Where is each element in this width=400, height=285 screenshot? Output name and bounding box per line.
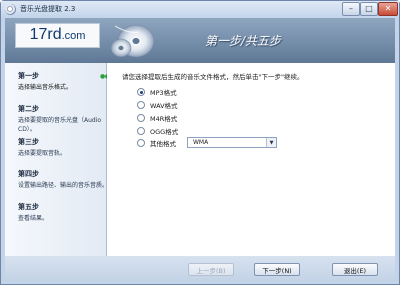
m4r-radio[interactable] <box>137 114 145 122</box>
other-radio[interactable] <box>137 139 145 147</box>
cd-app-icon <box>5 4 16 15</box>
minimize-button[interactable]: – <box>342 2 360 16</box>
step-3-name: 第三步 <box>18 138 39 146</box>
format-option-mp3[interactable]: MP3格式 <box>137 87 177 97</box>
other-format-value: WMA <box>193 139 209 146</box>
step-5-name: 第五步 <box>18 203 39 211</box>
format-option-other[interactable]: 其他格式 <box>137 138 176 148</box>
m4r-label: M4R格式 <box>150 115 178 123</box>
step-5-desc: 查看结果。 <box>18 215 49 222</box>
format-option-wav[interactable]: WAV格式 <box>137 100 178 110</box>
chevron-down-icon[interactable]: ▼ <box>266 138 276 147</box>
button-bar: 上一步(B) 下一步(N) 退出(E) <box>5 256 395 282</box>
logo-main-text: 17rd <box>29 26 62 43</box>
format-option-m4r[interactable]: M4R格式 <box>137 113 177 123</box>
step-1: 第一步 选择输出音乐格式。 ●●● <box>18 71 115 92</box>
cd-disc-icon <box>110 24 155 58</box>
maximize-button[interactable]: □ <box>360 2 378 16</box>
steps-sidebar: 第一步 选择输出音乐格式。 ●●● 第二步 选择要提取的音乐光盘（Audio C… <box>5 63 115 256</box>
step-4: 第四步 设置输出路径、输出的音乐音质。 <box>18 169 108 190</box>
step-2-name: 第二步 <box>18 105 39 113</box>
step-2: 第二步 选择要提取的音乐光盘（Audio CD）。 <box>18 104 108 134</box>
wav-label: WAV格式 <box>150 102 178 110</box>
logo-domain-text: .com <box>61 30 86 42</box>
format-selection-panel: 请您选择提取后生成的音乐文件格式，然后单击"下一步"继续。 MP3格式 WAV格… <box>107 63 395 256</box>
close-button[interactable]: ✕ <box>378 2 398 16</box>
step-progress-title: 第一步/共五步 <box>205 34 282 48</box>
exit-button[interactable]: 退出(E) <box>332 263 378 276</box>
step-2-desc: 选择要提取的音乐光盘（Audio CD）。 <box>18 117 102 133</box>
window-title: 音乐光盘提取 2.3 <box>20 5 76 13</box>
wav-radio[interactable] <box>137 101 145 109</box>
step-5: 第五步 查看结果。 <box>18 202 108 223</box>
instruction-text: 请您选择提取后生成的音乐文件格式，然后单击"下一步"继续。 <box>122 73 304 81</box>
mp3-radio[interactable] <box>137 88 145 96</box>
title-bar: 音乐光盘提取 2.3 – □ ✕ <box>1 1 399 18</box>
ogg-radio[interactable] <box>137 127 145 135</box>
step-3-desc: 选择要提取音轨。 <box>18 150 67 157</box>
header-banner: 17rd.com 第一步/共五步 <box>5 18 395 63</box>
step-1-name: 第一步 <box>18 72 39 80</box>
step-3: 第三步 选择要提取音轨。 <box>18 137 108 158</box>
step-4-name: 第四步 <box>18 170 39 178</box>
prev-button[interactable]: 上一步(B) <box>188 263 234 276</box>
next-button[interactable]: 下一步(N) <box>254 263 300 276</box>
other-format-select[interactable]: WMA ▼ <box>187 137 277 148</box>
mp3-label: MP3格式 <box>150 89 177 97</box>
site-logo: 17rd.com <box>15 23 100 48</box>
ogg-label: OGG格式 <box>150 128 179 136</box>
other-label: 其他格式 <box>150 140 176 148</box>
step-1-desc: 选择输出音乐格式。 <box>18 84 73 91</box>
installer-window: 音乐光盘提取 2.3 – □ ✕ 17rd.com 第一步/共五步 第一步 选择… <box>0 0 400 285</box>
step-4-desc: 设置输出路径、输出的音乐音质。 <box>18 182 109 189</box>
format-option-ogg[interactable]: OGG格式 <box>137 126 178 136</box>
